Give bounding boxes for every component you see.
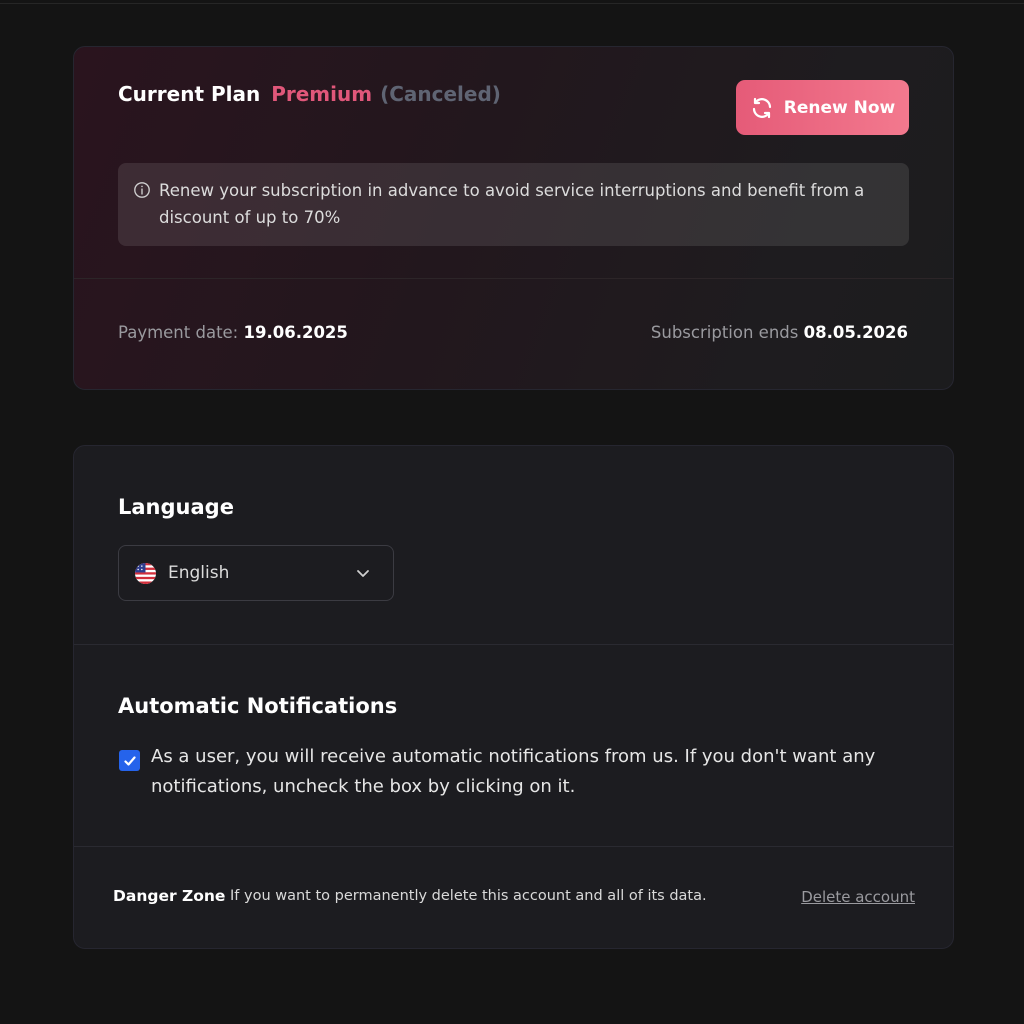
refresh-icon [752, 97, 771, 118]
info-icon [134, 182, 150, 198]
danger-zone-text: If you want to permanently delete this a… [230, 888, 707, 904]
payment-date-value: 19.06.2025 [243, 323, 348, 342]
language-heading: Language [118, 495, 234, 519]
check-icon [123, 755, 136, 766]
renew-info-box: Renew your subscription in advance to av… [118, 163, 909, 246]
language-selected-value: English [168, 563, 230, 583]
notifications-heading: Automatic Notifications [118, 694, 398, 718]
plan-label: Current Plan [118, 82, 261, 106]
renew-now-label: Renew Now [783, 97, 896, 118]
payment-date-label: Payment date: [118, 323, 239, 342]
language-select[interactable]: English [118, 545, 394, 601]
top-divider [0, 0, 1024, 4]
plan-divider [74, 278, 953, 279]
chevron-down-icon [357, 570, 369, 577]
us-flag-icon [135, 563, 156, 584]
subscription-ends-label: Subscription ends [650, 323, 799, 342]
notifications-checkbox[interactable] [119, 750, 140, 771]
subscription-ends-value: 08.05.2026 [803, 323, 908, 342]
plan-title: Current Plan Premium (Canceled) [118, 81, 501, 107]
current-plan-card: Current Plan Premium (Canceled) Renew No… [73, 46, 954, 390]
settings-divider [74, 846, 953, 847]
delete-account-link[interactable]: Delete account [801, 888, 915, 906]
plan-status: (Canceled) [380, 82, 501, 106]
subscription-ends-row: Subscription ends 08.05.2026 [651, 323, 908, 342]
plan-tier: Premium [271, 82, 373, 106]
payment-date-row: Payment date: 19.06.2025 [118, 323, 348, 342]
renew-info-text: Renew your subscription in advance to av… [159, 181, 865, 227]
notifications-description: As a user, you will receive automatic no… [151, 746, 876, 797]
danger-zone-title: Danger Zone [113, 887, 226, 905]
settings-card: Language English Automatic Notifications… [73, 445, 954, 949]
settings-divider [74, 644, 953, 645]
renew-now-button[interactable]: Renew Now [736, 80, 909, 135]
